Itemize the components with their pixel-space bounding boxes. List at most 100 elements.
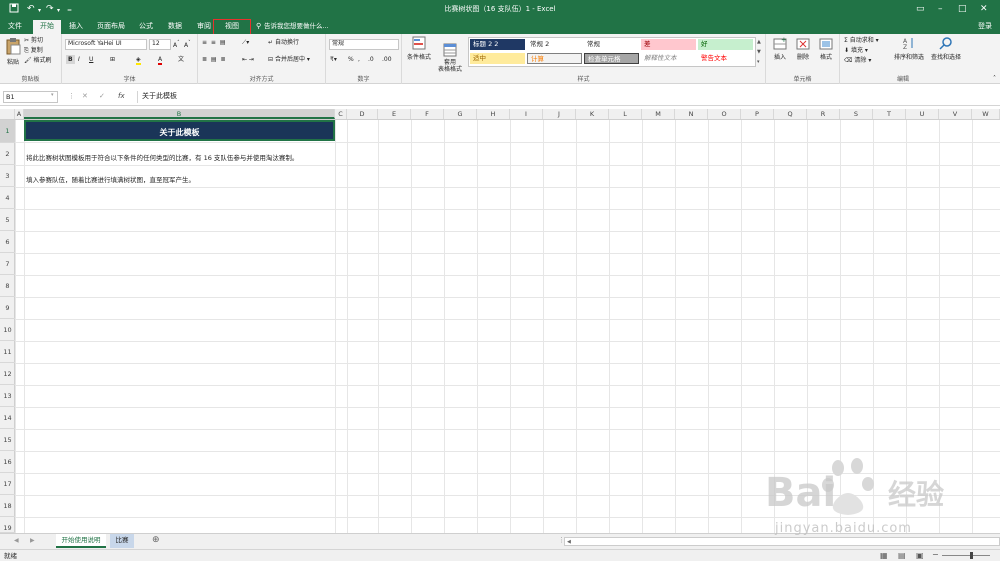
- sheet-tab-instructions[interactable]: 开始使用说明: [56, 534, 106, 548]
- col-header-g[interactable]: G: [444, 109, 477, 119]
- col-header-j[interactable]: J: [543, 109, 576, 119]
- col-header-p[interactable]: P: [741, 109, 774, 119]
- number-format-select[interactable]: 常规: [329, 39, 399, 50]
- underline-button[interactable]: U: [89, 55, 93, 64]
- col-header-n[interactable]: N: [675, 109, 708, 119]
- add-sheet-icon[interactable]: ⊕: [152, 535, 160, 545]
- col-header-b[interactable]: B: [24, 109, 335, 119]
- merge-center-button[interactable]: ⊟ 合并后居中 ▾: [268, 55, 310, 64]
- zoom-slider-thumb[interactable]: [970, 552, 973, 559]
- col-header-m[interactable]: M: [642, 109, 675, 119]
- autosum-button[interactable]: Σ 自动求和 ▾: [844, 36, 879, 45]
- sign-in-link[interactable]: 登录: [978, 20, 992, 33]
- prev-sheet-icon[interactable]: ◀: [14, 537, 19, 544]
- row-header-18[interactable]: 18: [0, 495, 15, 517]
- vertical-align-icons[interactable]: ≡ ≡ ▤: [202, 38, 227, 47]
- col-header-d[interactable]: D: [347, 109, 378, 119]
- confirm-entry-icon[interactable]: ✓: [99, 92, 105, 100]
- col-header-r[interactable]: R: [807, 109, 840, 119]
- cell-b1-title[interactable]: 关于此模板: [24, 120, 335, 141]
- page-break-view-icon[interactable]: ▣: [916, 551, 924, 561]
- col-header-v[interactable]: V: [939, 109, 972, 119]
- tab-file[interactable]: 文件: [4, 20, 26, 34]
- style-heading2[interactable]: 标题 2 2: [470, 39, 525, 50]
- copy-button[interactable]: ⎘ 复制: [24, 46, 43, 55]
- row-header-12[interactable]: 12: [0, 363, 15, 385]
- font-color-icon[interactable]: A: [158, 55, 163, 65]
- next-sheet-icon[interactable]: ▶: [30, 537, 35, 544]
- style-normal[interactable]: 常规: [584, 39, 639, 50]
- cancel-entry-icon[interactable]: ✕: [82, 92, 88, 100]
- phonetic-icon[interactable]: 文: [178, 55, 184, 64]
- zoom-out-icon[interactable]: −: [932, 550, 939, 560]
- col-header-c[interactable]: C: [335, 109, 347, 119]
- row-header-16[interactable]: 16: [0, 451, 15, 473]
- format-cells-button[interactable]: 格式: [816, 36, 836, 62]
- fill-color-icon[interactable]: ◈: [136, 55, 141, 65]
- sheet-tab-bracket[interactable]: 比赛: [110, 534, 134, 548]
- select-all-corner[interactable]: [0, 109, 15, 119]
- col-header-w[interactable]: W: [972, 109, 1000, 119]
- col-header-h[interactable]: H: [477, 109, 510, 119]
- italic-button[interactable]: I: [78, 55, 80, 64]
- row-header-3[interactable]: 3: [0, 165, 15, 187]
- accounting-icon[interactable]: ₹▾: [330, 55, 337, 64]
- tell-me-search[interactable]: 告诉我您想要做什么...: [264, 20, 329, 33]
- row-header-1[interactable]: 1: [0, 120, 15, 143]
- bold-button[interactable]: B: [66, 55, 75, 64]
- collapse-ribbon-icon[interactable]: ˄: [993, 74, 996, 83]
- style-normal2[interactable]: 常规 2: [527, 39, 582, 50]
- style-warning[interactable]: 警告文本: [698, 53, 753, 64]
- row-header-15[interactable]: 15: [0, 429, 15, 451]
- orientation-icon[interactable]: ⟋▾: [242, 38, 249, 47]
- formula-options-icon[interactable]: ⋮: [68, 92, 75, 100]
- zoom-slider[interactable]: [942, 555, 990, 556]
- col-header-u[interactable]: U: [906, 109, 939, 119]
- tab-view[interactable]: 视图: [213, 19, 251, 35]
- row-header-2[interactable]: 2: [0, 143, 15, 165]
- page-layout-view-icon[interactable]: ▤: [898, 551, 906, 561]
- row-header-17[interactable]: 17: [0, 473, 15, 495]
- cut-button[interactable]: ✂ 剪切: [24, 36, 43, 45]
- row-header-6[interactable]: 6: [0, 231, 15, 253]
- row-header-11[interactable]: 11: [0, 341, 15, 363]
- row-header-19[interactable]: 19: [0, 517, 15, 533]
- font-name-select[interactable]: Microsoft YaHei UI: [65, 39, 147, 50]
- delete-cells-button[interactable]: 删除: [793, 36, 813, 62]
- increase-font-icon[interactable]: A˄: [173, 39, 180, 50]
- comma-icon[interactable]: ,: [358, 55, 360, 64]
- style-neutral[interactable]: 适中: [470, 53, 525, 64]
- insert-function-icon[interactable]: fx: [118, 92, 125, 100]
- col-header-k[interactable]: K: [576, 109, 609, 119]
- tab-formulas[interactable]: 公式: [134, 20, 158, 34]
- row-header-4[interactable]: 4: [0, 187, 15, 209]
- scroll-left-icon[interactable]: ◀: [567, 538, 571, 546]
- percent-icon[interactable]: %: [348, 55, 354, 64]
- decrease-font-icon[interactable]: A˅: [184, 39, 191, 50]
- tab-data[interactable]: 数据: [163, 20, 187, 34]
- style-check-cell[interactable]: 检查单元格: [584, 53, 639, 64]
- ribbon-options-icon[interactable]: ▭: [916, 3, 925, 15]
- minimize-icon[interactable]: –: [938, 3, 943, 15]
- fill-button[interactable]: ⬇ 填充 ▾: [844, 46, 868, 55]
- row-header-10[interactable]: 10: [0, 319, 15, 341]
- wrap-text-button[interactable]: ↵ 自动换行: [268, 38, 299, 47]
- horizontal-align-icons[interactable]: ≣ ▤ ≣: [202, 55, 227, 64]
- increase-decimal-icon[interactable]: .0: [368, 55, 374, 64]
- formula-input[interactable]: 关于此模板: [137, 91, 997, 103]
- row-header-7[interactable]: 7: [0, 253, 15, 275]
- col-header-i[interactable]: I: [510, 109, 543, 119]
- row-header-13[interactable]: 13: [0, 385, 15, 407]
- col-header-q[interactable]: Q: [774, 109, 807, 119]
- borders-icon[interactable]: ⊞: [110, 55, 115, 64]
- format-painter-button[interactable]: 🖌 格式刷: [24, 56, 52, 65]
- indent-icons[interactable]: ⇤ ⇥: [242, 55, 254, 64]
- col-header-s[interactable]: S: [840, 109, 873, 119]
- insert-cells-button[interactable]: + 插入: [770, 36, 790, 62]
- name-box-dropdown-icon[interactable]: ▾: [51, 92, 54, 98]
- tab-home[interactable]: 开始: [33, 20, 61, 34]
- decrease-decimal-icon[interactable]: .00: [382, 55, 392, 64]
- col-header-e[interactable]: E: [378, 109, 411, 119]
- row-header-14[interactable]: 14: [0, 407, 15, 429]
- tab-review[interactable]: 审阅: [192, 20, 216, 34]
